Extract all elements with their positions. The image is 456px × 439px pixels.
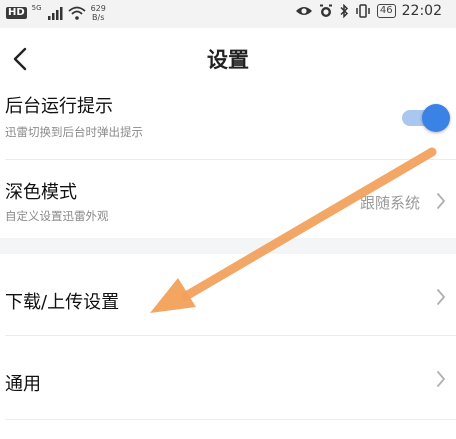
network-speed-value: 629 (90, 4, 106, 13)
section-separator (0, 238, 456, 254)
wifi-icon (67, 6, 86, 20)
eye-icon (295, 7, 312, 15)
hd-badge: HD (6, 7, 27, 19)
background-hint-toggle[interactable] (400, 103, 450, 133)
background-hint-title: 后台运行提示 (5, 96, 113, 117)
vibrate-icon (356, 4, 370, 18)
toggle-knob (422, 104, 450, 132)
bluetooth-icon (340, 4, 348, 18)
network-type-label: 5G (31, 4, 42, 12)
status-bar-left: HD 5G 629 B/s (6, 4, 106, 22)
cellular-signal-icon (47, 7, 63, 20)
setting-row-background-hint: 后台运行提示 迅雷切换到后台时弹出提示 (0, 88, 456, 160)
clock: 22:02 (401, 3, 442, 19)
background-hint-subtitle: 迅雷切换到后台时弹出提示 (5, 125, 143, 139)
status-bar: HD 5G 629 B/s 46 22:02 (0, 0, 456, 28)
network-speed: 629 B/s (91, 4, 106, 22)
dark-mode-value: 跟随系统 (359, 194, 420, 212)
dark-mode-subtitle: 自定义设置迅雷外观 (5, 209, 109, 223)
setting-row-general[interactable]: 通用 (0, 336, 456, 420)
setting-row-download-upload[interactable]: 下载/上传设置 (0, 254, 456, 336)
battery-indicator: 46 (376, 4, 396, 18)
setting-row-dark-mode[interactable]: 深色模式 自定义设置迅雷外观 跟随系统 (0, 160, 456, 238)
page-title: 设置 (207, 48, 249, 72)
general-title: 通用 (5, 374, 41, 395)
row-divider (5, 419, 456, 420)
network-speed-unit: B/s (92, 13, 105, 22)
status-bar-right: 46 22:02 (295, 3, 442, 19)
chevron-right-icon (437, 371, 446, 387)
chevron-right-icon (437, 193, 446, 209)
download-upload-title: 下载/上传设置 (5, 292, 120, 313)
chevron-right-icon (437, 289, 446, 305)
title-bar: 设置 (0, 28, 456, 88)
dark-mode-title: 深色模式 (5, 182, 77, 203)
alarm-icon (319, 4, 332, 17)
